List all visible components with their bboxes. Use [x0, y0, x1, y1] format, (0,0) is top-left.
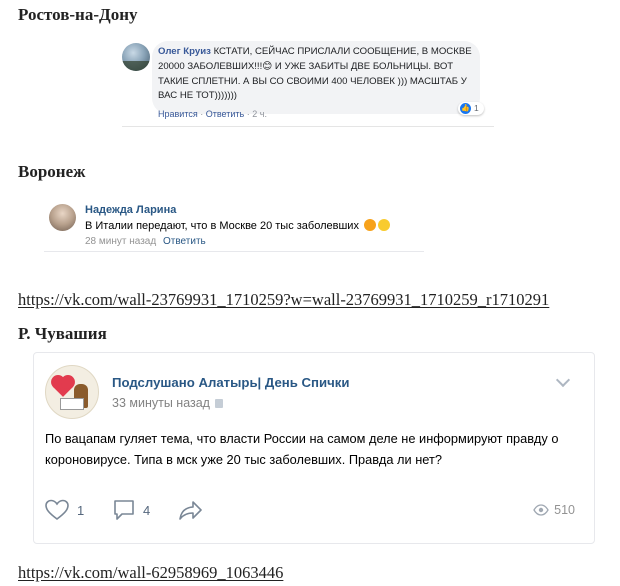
eye-icon: [533, 504, 549, 516]
group-name[interactable]: Подслушано Алатырь| День Спички: [112, 375, 350, 390]
like-link[interactable]: Нравится: [158, 109, 198, 119]
separator: ·: [246, 109, 250, 119]
post-text: По вацапам гуляет тема, что власти Росси…: [45, 431, 559, 467]
comment-body: В Италии передают, что в Москве 20 тыс з…: [85, 220, 359, 232]
source-link-voronezh[interactable]: https://vk.com/wall-23769931_1710259?w=w…: [18, 290, 549, 310]
share-button[interactable]: [179, 498, 203, 522]
divider: [122, 126, 494, 127]
avatar[interactable]: [122, 43, 150, 71]
avatar[interactable]: [49, 204, 76, 231]
comment-text: В Италии передают, что в Москве 20 тыс з…: [85, 219, 391, 232]
views-counter: 510: [533, 498, 575, 522]
heading-voronezh: Воронеж: [18, 162, 86, 181]
like-count: 1: [77, 502, 85, 518]
post-time[interactable]: 33 минуты назад: [112, 396, 210, 410]
smile-emoji-icon: [378, 219, 391, 231]
comment-icon: [114, 500, 134, 520]
comment-time[interactable]: 28 минут назад: [85, 236, 156, 247]
cat-emoji-icon: [364, 219, 377, 231]
post-time-row: 33 минуты назад: [112, 396, 223, 410]
heading-rostov: Ростов-на-Дону: [18, 5, 138, 24]
group-avatar[interactable]: [45, 365, 99, 419]
heart-icon: [45, 499, 69, 521]
separator: ·: [200, 109, 204, 119]
comment-meta: 28 минут назад Ответить: [85, 236, 206, 247]
source-link-chuvashia[interactable]: https://vk.com/wall-62958969_1063446: [18, 563, 283, 583]
reaction-count[interactable]: 👍 1: [458, 102, 484, 115]
sign-logo: [60, 398, 84, 410]
comment-actions: Нравится · Ответить · 2 ч.: [158, 109, 267, 119]
heading-chuvashia: Р. Чувашия: [18, 324, 107, 343]
like-count: 1: [474, 103, 479, 113]
comment-author[interactable]: Олег Круиз: [158, 46, 211, 57]
comment-time[interactable]: 2 ч.: [252, 109, 267, 119]
like-button[interactable]: 1: [45, 498, 84, 522]
comment-text: Олег Круиз КСТАТИ, СЕЙЧАС ПРИСЛАЛИ СООБЩ…: [158, 45, 476, 104]
comment-author[interactable]: Надежда Ларина: [85, 204, 176, 216]
divider: [44, 251, 424, 252]
pin-icon: [214, 399, 223, 408]
reply-link[interactable]: Ответить: [206, 109, 244, 119]
comment-button[interactable]: 4: [113, 498, 150, 522]
like-icon: 👍: [460, 103, 471, 114]
views-count: 510: [554, 503, 575, 517]
reply-link[interactable]: Ответить: [163, 236, 206, 247]
heart-logo: [53, 377, 73, 397]
share-icon: [179, 501, 202, 520]
comment-count: 4: [143, 502, 151, 518]
post-actions: 1 4 510: [45, 498, 575, 522]
